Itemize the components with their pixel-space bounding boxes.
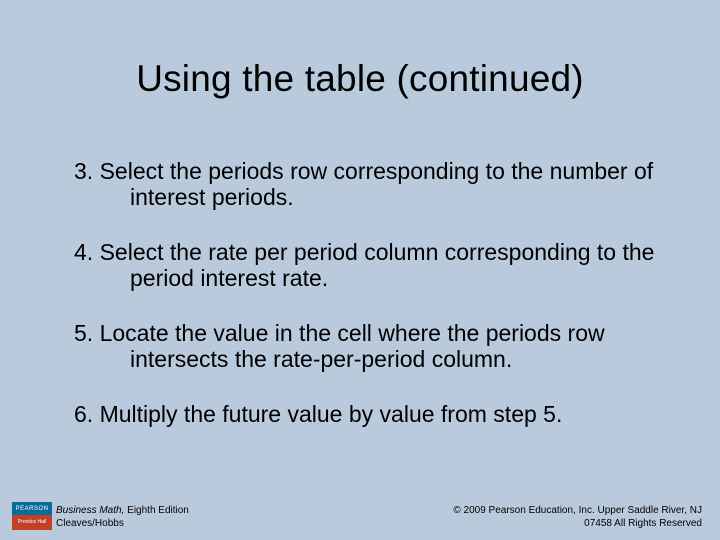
book-edition: Eighth Edition <box>124 505 189 516</box>
slide: Using the table (continued) 3. Select th… <box>0 0 720 540</box>
footer-right: © 2009 Pearson Education, Inc. Upper Sad… <box>453 505 702 530</box>
slide-title: Using the table (continued) <box>0 58 720 100</box>
list-item-text: 4. Select the rate per period column cor… <box>48 239 672 292</box>
list-item: 6. Multiply the future value by value fr… <box>48 401 672 427</box>
book-title: Business Math, <box>56 505 124 516</box>
copyright-line1: © 2009 Pearson Education, Inc. Upper Sad… <box>453 505 702 516</box>
book-authors: Cleaves/Hobbs <box>56 518 124 529</box>
logo-top-text: PEARSON <box>12 502 52 515</box>
list-item-text: 3. Select the periods row corresponding … <box>48 158 672 211</box>
list-item-text: 5. Locate the value in the cell where th… <box>48 320 672 373</box>
copyright-line2: 07458 All Rights Reserved <box>584 518 702 529</box>
list-item: 3. Select the periods row corresponding … <box>48 158 672 211</box>
logo-bottom-text: Prentice Hall <box>12 515 52 530</box>
publisher-logo: PEARSON Prentice Hall <box>12 502 52 530</box>
list-item: 4. Select the rate per period column cor… <box>48 239 672 292</box>
slide-body: 3. Select the periods row corresponding … <box>48 158 672 455</box>
list-item: 5. Locate the value in the cell where th… <box>48 320 672 373</box>
list-item-text: 6. Multiply the future value by value fr… <box>48 401 672 427</box>
footer-left: Business Math, Eighth Edition Cleaves/Ho… <box>56 505 189 530</box>
